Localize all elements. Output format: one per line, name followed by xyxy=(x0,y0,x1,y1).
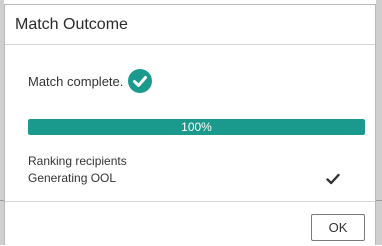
ok-button[interactable]: OK xyxy=(311,214,365,241)
step-generating-ool: Generating OOL xyxy=(28,171,117,185)
step-ranking-recipients: Ranking recipients xyxy=(28,154,127,168)
status-text: Match complete. xyxy=(28,73,124,89)
background-frame-right xyxy=(376,0,382,245)
match-outcome-dialog: Match Outcome Match complete. 100% Ranki… xyxy=(4,4,376,245)
check-circle-icon xyxy=(128,69,153,93)
background-divider-right xyxy=(376,200,382,201)
dialog-title: Match Outcome xyxy=(15,15,128,33)
progress-label: 100% xyxy=(181,120,212,134)
status-row: Match complete. xyxy=(28,69,153,93)
checkmark-icon xyxy=(326,173,340,185)
dialog-header: Match Outcome xyxy=(5,5,375,45)
dialog-footer: OK xyxy=(5,201,375,246)
progress-bar: 100% xyxy=(28,119,365,135)
